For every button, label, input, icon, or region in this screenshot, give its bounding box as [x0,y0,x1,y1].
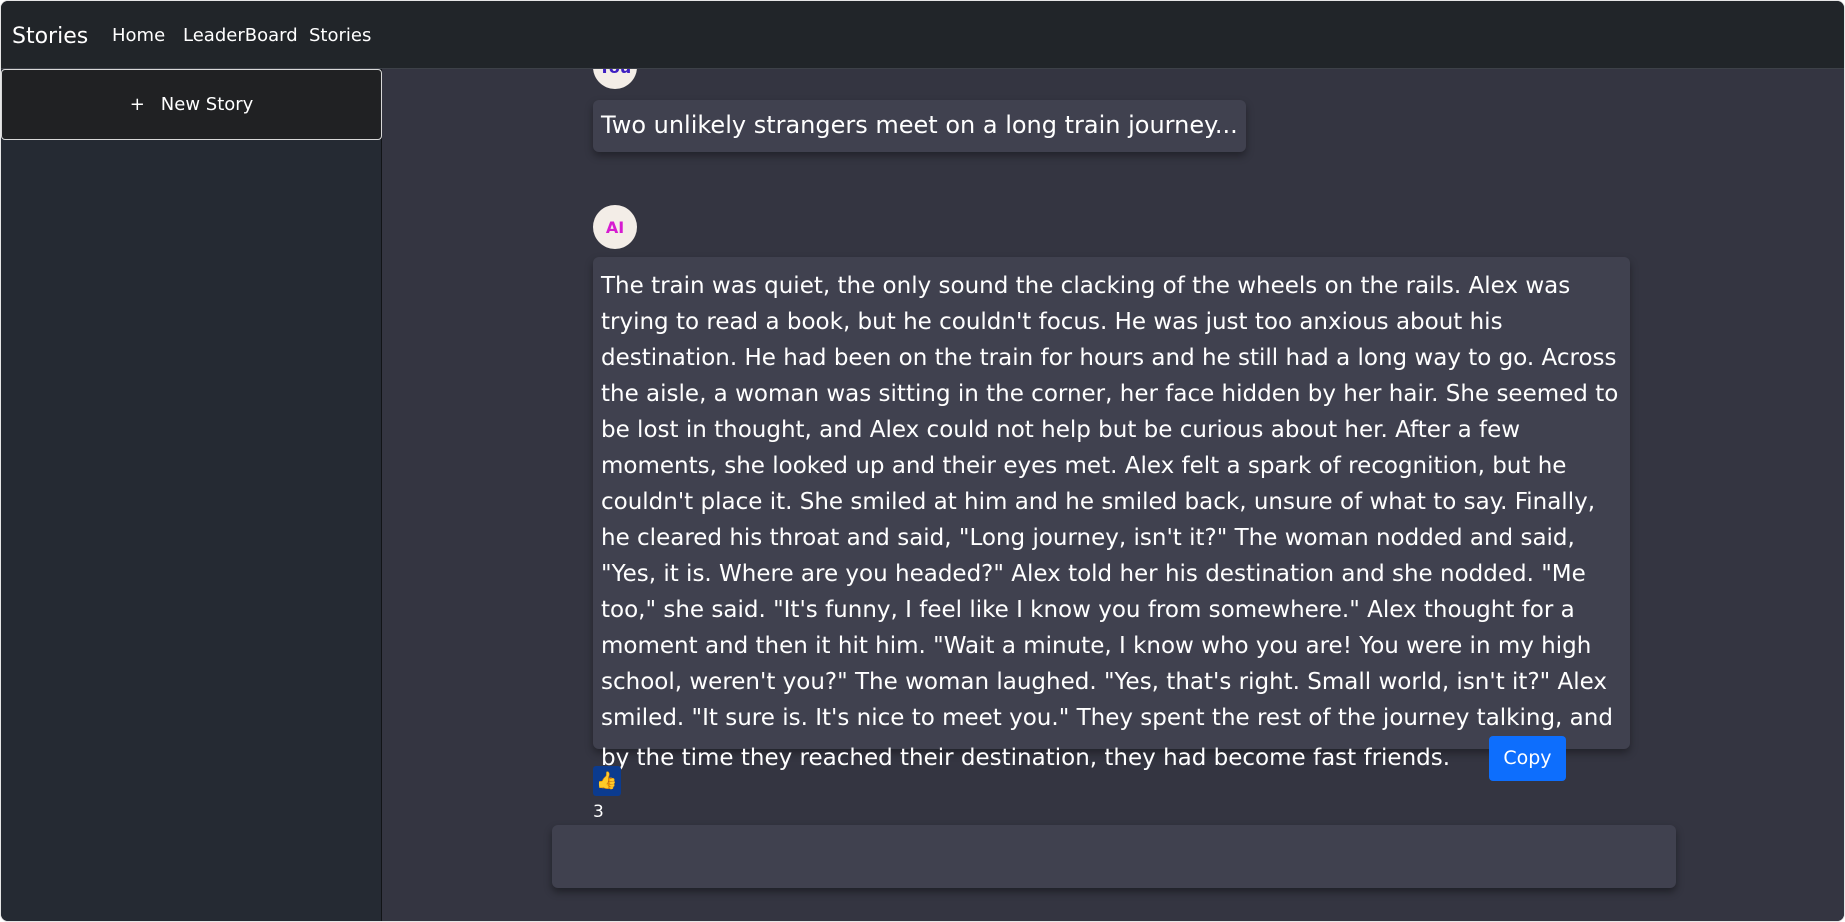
new-story-button[interactable]: + New Story [1,69,382,140]
copy-button[interactable]: Copy [1489,736,1566,781]
nav-link-leaderboard[interactable]: LeaderBoard [183,24,298,48]
ai-message: The train was quiet, the only sound the … [593,257,1630,781]
like-count: 3 [593,802,604,822]
nav-link-stories[interactable]: Stories [309,24,371,48]
chat-area: You Two unlikely strangers meet on a lon… [383,69,1844,921]
sidebar: + New Story [1,69,382,921]
like-button[interactable]: 👍 [593,766,621,796]
new-story-label: New Story [160,94,254,115]
user-message: Two unlikely strangers meet on a long tr… [593,100,1246,152]
thumbs-up-icon: 👍 [596,771,618,791]
navbar-brand[interactable]: Stories [12,22,88,52]
user-avatar: You [593,69,637,89]
story-prompt-input[interactable] [552,825,1676,888]
ai-message-text: The train was quiet, the only sound the … [601,273,1619,771]
ai-avatar: AI [593,205,637,249]
top-navbar: Stories Home LeaderBoard Stories [1,1,1844,69]
plus-icon: + [129,94,145,115]
app-window: Stories Home LeaderBoard Stories + New S… [0,0,1845,922]
nav-link-home[interactable]: Home [112,24,165,48]
